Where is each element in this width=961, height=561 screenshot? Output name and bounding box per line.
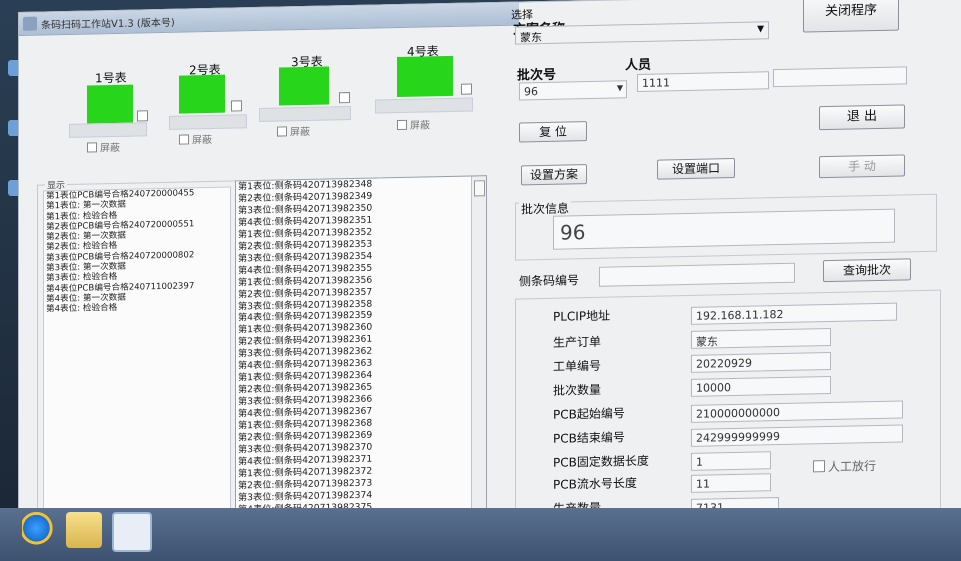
ie-browser-icon[interactable] (22, 512, 58, 548)
manual-release-checkbox[interactable]: 人工放行 (813, 457, 876, 475)
meter-3-indicator (279, 66, 329, 106)
meter-1-indicator (87, 84, 133, 124)
chevron-down-icon: ▼ (616, 83, 623, 93)
scrollbar-thumb[interactable] (474, 180, 485, 197)
detail-value: 242999999999 (696, 430, 780, 445)
detail-value: 1 (696, 455, 703, 469)
detail-value: 蒙东 (696, 335, 718, 349)
detail-label: 生产订单 (553, 334, 602, 350)
log-line: 第4表位: 检验合格 (46, 303, 118, 315)
manual-button[interactable]: 手 动 (819, 154, 905, 179)
batch-info-value: 96 (560, 220, 586, 245)
meter-4-status-box (461, 83, 472, 95)
detail-field[interactable]: 蒙东 (691, 327, 831, 349)
shield-label: 屏蔽 (410, 120, 430, 132)
set-scheme-button[interactable]: 设置方案 (521, 164, 587, 186)
close-program-button[interactable]: 关闭程序 (803, 0, 899, 33)
meter-4-indicator (397, 55, 453, 98)
meter-2-shield-checkbox[interactable]: 屏蔽 (179, 131, 212, 147)
extra-input[interactable] (773, 66, 907, 88)
detail-label: 批次数量 (553, 382, 602, 398)
meter-2-bar (169, 114, 247, 130)
meter-1-bar (69, 122, 147, 138)
meter-4-shield-checkbox[interactable]: 屏蔽 (397, 116, 430, 132)
batch-number-select[interactable]: 96 ▼ (519, 80, 627, 101)
side-barcode-label: 侧条码编号 (519, 273, 580, 289)
detail-value: 20220929 (696, 356, 752, 371)
checkbox-icon (179, 134, 189, 145)
meter-1-status-box (137, 110, 148, 122)
meter-3-status-box (339, 92, 350, 104)
person-input[interactable]: 1111 (637, 71, 769, 93)
detail-value: 210000000000 (696, 406, 780, 421)
detail-label: 工单编号 (553, 358, 602, 374)
barcode-lines: 第1表位:侧条码420713982348 第2表位:侧条码420713982349… (236, 176, 486, 516)
query-batch-button[interactable]: 查询批次 (823, 258, 911, 283)
checkbox-icon (397, 119, 407, 131)
app-window: 条码扫码工作站V1.3 (版本号) 1号表 屏蔽 2号表 屏蔽 3号表 屏蔽 4… (18, 0, 961, 534)
checkbox-icon (87, 142, 97, 153)
meter-2-indicator (179, 74, 225, 114)
checkbox-icon (813, 460, 825, 473)
detail-field[interactable]: 10000 (691, 375, 831, 397)
meter-1-shield-checkbox[interactable]: 屏蔽 (87, 139, 120, 155)
window-title: 条码扫码工作站V1.3 (版本号) (41, 17, 175, 32)
side-barcode-input[interactable] (599, 262, 795, 287)
detail-field[interactable]: 20220929 (691, 351, 831, 373)
barcode-list-scrollbar[interactable] (471, 176, 486, 521)
shield-label: 屏蔽 (290, 126, 310, 139)
checkbox-icon (277, 126, 287, 137)
meter-3-shield-checkbox[interactable]: 屏蔽 (277, 123, 310, 139)
chevron-down-icon: ▼ (757, 24, 764, 35)
meter-3-bar (259, 106, 351, 122)
log-lines: 第1表位PCB编号合格240720000455 第1表位: 第一次数据 第1表位: … (44, 188, 230, 315)
detail-label: PCB结束编号 (553, 430, 625, 446)
person-value: 1111 (642, 76, 670, 90)
detail-field[interactable]: 1 (691, 451, 771, 471)
detail-label: PCB固定数据长度 (553, 453, 649, 470)
person-label: 人员 (625, 57, 652, 74)
app-icon (23, 16, 37, 31)
file-explorer-icon[interactable] (66, 512, 102, 548)
shield-label: 屏蔽 (192, 134, 212, 147)
reset-button[interactable]: 复 位 (519, 121, 587, 143)
manual-release-label: 人工放行 (828, 459, 877, 475)
log-list[interactable]: 第1表位PCB编号合格240720000455 第1表位: 第一次数据 第1表位: … (43, 186, 231, 517)
detail-label: PLCIP地址 (553, 308, 611, 324)
batch-number-label: 批次号 (517, 67, 557, 84)
detail-value: 10000 (696, 381, 731, 395)
app-taskbar-icon[interactable] (112, 512, 152, 552)
shield-label: 屏蔽 (100, 142, 120, 155)
meter-4-bar (375, 97, 473, 114)
exit-button[interactable]: 退 出 (819, 104, 905, 131)
detail-label: PCB起始编号 (553, 406, 625, 422)
batch-number-value: 96 (524, 85, 538, 99)
barcode-list[interactable]: 第1表位:侧条码420713982348 第2表位:侧条码420713982349… (235, 175, 487, 527)
detail-value: 192.168.11.182 (696, 307, 784, 323)
set-port-button[interactable]: 设置端口 (657, 157, 735, 180)
batch-info-display: 96 (553, 208, 895, 250)
detail-field[interactable]: 11 (691, 473, 771, 493)
scheme-select-value: 蒙东 (520, 31, 542, 45)
meter-1-label: 1号表 (95, 70, 127, 86)
detail-value: 11 (696, 477, 710, 491)
detail-label: PCB流水号长度 (553, 476, 637, 492)
meter-2-status-box (231, 100, 242, 112)
